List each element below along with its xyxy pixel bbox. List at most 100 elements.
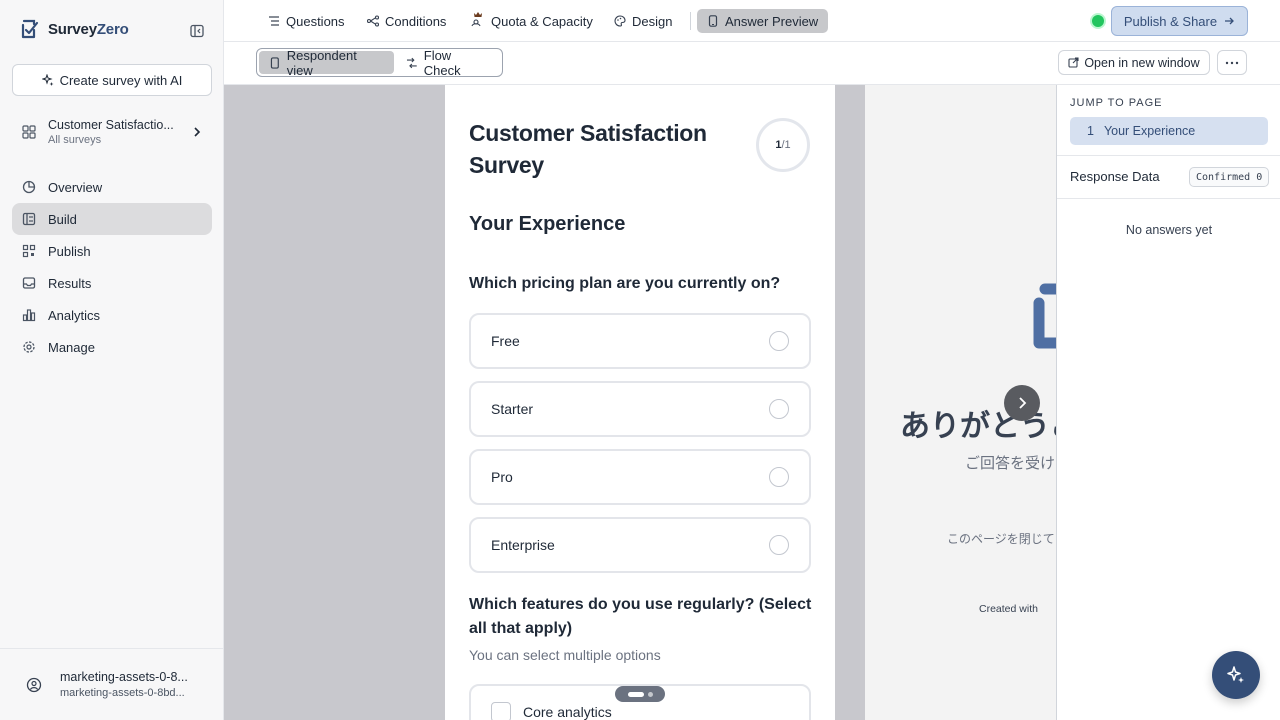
- sidebar-item-label: Overview: [48, 179, 103, 195]
- sidebar-item-label: Manage: [48, 339, 95, 355]
- question-hint: You can select multiple options: [469, 647, 661, 663]
- sidebar-item-label: Results: [48, 275, 92, 291]
- tab-label: Conditions: [385, 13, 447, 29]
- tab-divider: [690, 12, 691, 30]
- thanks-close-note: このページを閉じて: [947, 532, 1055, 546]
- view-label: Respondent view: [286, 47, 357, 78]
- open-label: Open in new window: [1084, 55, 1200, 70]
- thanks-subtitle: ご回答を受け: [965, 455, 1056, 472]
- radio-button[interactable]: [769, 331, 789, 351]
- tab-questions[interactable]: Questions: [260, 9, 353, 33]
- list-icon: [269, 16, 279, 26]
- tab-label: Quota & Capacity: [491, 13, 593, 29]
- top-toolbar: Questions Conditions Quota & Capacity De…: [224, 0, 1280, 42]
- answer-option[interactable]: Free: [469, 313, 811, 369]
- user-account[interactable]: marketing-assets-0-8... marketing-assets…: [0, 648, 223, 720]
- option-label: Core analytics: [523, 704, 612, 720]
- sidebar-item-results[interactable]: Results: [12, 267, 212, 299]
- tab-quota-capacity[interactable]: Quota & Capacity: [463, 9, 601, 33]
- page-indicator[interactable]: [615, 686, 665, 702]
- grid-icon: [22, 125, 36, 139]
- bar-chart-icon: [22, 309, 36, 322]
- more-horizontal-icon: [1225, 61, 1239, 64]
- survey-switch-title: Customer Satisfactio...: [48, 118, 174, 132]
- arrow-right-icon: [1225, 17, 1235, 25]
- preview-canvas: Customer Satisfaction Survey 1/1 Your Ex…: [224, 85, 1056, 720]
- sidebar-item-label: Publish: [48, 243, 91, 259]
- more-options-button[interactable]: [1217, 50, 1247, 75]
- chevron-right-icon: [1019, 397, 1027, 409]
- divider: [1057, 155, 1280, 156]
- option-label: Enterprise: [491, 537, 555, 553]
- page-progress: 1/1: [756, 118, 810, 172]
- sidebar-item-publish[interactable]: Publish: [12, 235, 212, 267]
- respondent-view-button[interactable]: Respondent view: [259, 48, 395, 78]
- survey-title: Customer Satisfaction Survey: [469, 120, 707, 178]
- surveyzero-logo-icon: [21, 19, 39, 39]
- pie-chart-icon: [22, 180, 36, 194]
- page-label: Your Experience: [1103, 124, 1196, 138]
- progress-total: /1: [781, 139, 791, 151]
- sidebar-item-overview[interactable]: Overview: [12, 171, 212, 203]
- sidebar-item-build[interactable]: Build: [12, 203, 212, 235]
- radio-button[interactable]: [769, 399, 789, 419]
- created-with-label: Created with: [979, 603, 1038, 615]
- preview-side-panel: JUMP TO PAGE 1 Your Experience Response …: [1056, 85, 1280, 720]
- sparkle-icon: [41, 74, 54, 86]
- tab-label: Questions: [286, 13, 345, 29]
- response-data-title: Response Data: [1070, 169, 1160, 184]
- quota-crown-icon: [471, 12, 482, 27]
- survey-switch-subtitle: All surveys: [48, 134, 102, 146]
- user-name: marketing-assets-0-8...: [60, 670, 188, 684]
- build-icon: [22, 212, 36, 226]
- chevron-right-icon: [194, 127, 201, 137]
- tab-label: Design: [632, 13, 673, 29]
- brand-name: SurveyZero: [48, 20, 129, 38]
- page-number: 1: [1087, 124, 1094, 138]
- branch-icon: [367, 15, 379, 27]
- ai-assistant-button[interactable]: [1212, 651, 1260, 699]
- radio-button[interactable]: [769, 535, 789, 555]
- collapse-sidebar-icon[interactable]: [190, 24, 206, 40]
- flow-icon: [407, 57, 417, 68]
- next-page-arrow-button[interactable]: [1004, 385, 1040, 421]
- brand-logo[interactable]: SurveyZero: [20, 18, 129, 40]
- inbox-icon: [22, 277, 36, 289]
- respondent-phone-preview: Customer Satisfaction Survey 1/1 Your Ex…: [445, 85, 835, 720]
- survey-switcher[interactable]: Customer Satisfactio... All surveys: [12, 110, 212, 154]
- qr-icon: [22, 244, 36, 258]
- jump-page-item[interactable]: 1 Your Experience: [1070, 117, 1268, 145]
- user-email: marketing-assets-0-8bd...: [60, 687, 185, 699]
- tab-design[interactable]: Design: [606, 9, 680, 33]
- tab-label: Answer Preview: [725, 13, 819, 29]
- sparkle-icon: [1227, 666, 1244, 683]
- phone-icon: [270, 56, 279, 69]
- tab-conditions[interactable]: Conditions: [359, 9, 454, 33]
- flow-check-button[interactable]: Flow Check: [396, 48, 500, 78]
- phone-icon: [708, 15, 718, 27]
- external-link-icon: [1068, 57, 1079, 68]
- preview-toolbar: Respondent view Flow Check Open in new w…: [224, 42, 1280, 85]
- open-new-window-button[interactable]: Open in new window: [1058, 50, 1210, 75]
- palette-icon: [614, 15, 626, 27]
- divider: [1057, 198, 1280, 199]
- publish-share-button[interactable]: Publish & Share: [1111, 6, 1248, 36]
- question-text: Which features do you use regularly? (Se…: [469, 596, 812, 637]
- answer-option[interactable]: Starter: [469, 381, 811, 437]
- answer-option[interactable]: Enterprise: [469, 517, 811, 573]
- sidebar-item-label: Analytics: [48, 307, 101, 323]
- publish-label: Publish & Share: [1123, 13, 1218, 29]
- create-survey-ai-button[interactable]: Create survey with AI: [12, 64, 212, 96]
- option-label: Free: [491, 333, 520, 349]
- radio-button[interactable]: [769, 467, 789, 487]
- sidebar-item-label: Build: [48, 211, 77, 227]
- answer-option[interactable]: Pro: [469, 449, 811, 505]
- tab-answer-preview[interactable]: Answer Preview: [697, 9, 829, 33]
- gear-icon: [23, 341, 35, 353]
- checkbox[interactable]: [491, 702, 511, 720]
- sidebar-item-analytics[interactable]: Analytics: [12, 299, 212, 331]
- view-label: Flow Check: [423, 47, 461, 78]
- sidebar-item-manage[interactable]: Manage: [12, 331, 212, 363]
- option-label: Starter: [491, 401, 534, 417]
- user-avatar-icon: [26, 677, 42, 692]
